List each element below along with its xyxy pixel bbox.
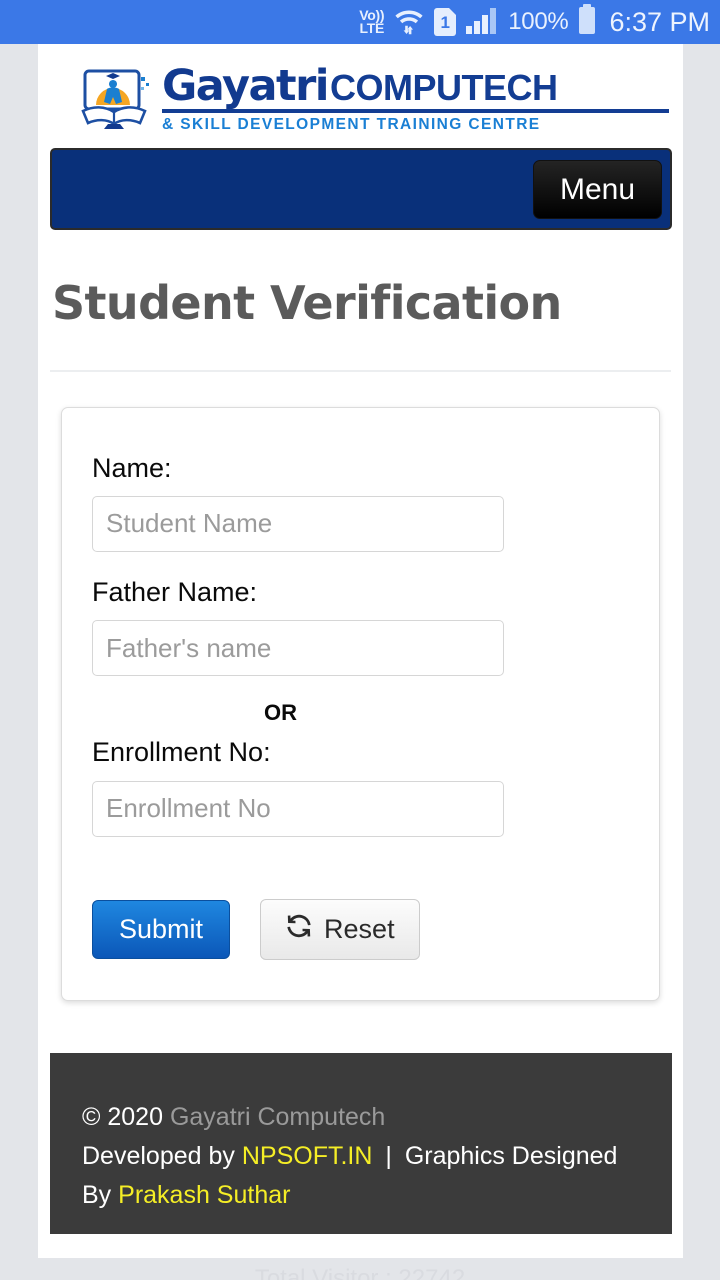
- total-visitor-label: Total Visitor : 22742: [254, 1265, 466, 1280]
- credit-separator: |: [385, 1141, 392, 1170]
- android-status-bar: Vo)) LTE 1 100% 6:37 PM: [0, 0, 720, 44]
- page-title: Student Verification: [52, 276, 562, 330]
- sim-card-icon: 1: [434, 8, 457, 36]
- copyright-symbol: ©: [82, 1103, 101, 1132]
- signal-bars-icon: [465, 6, 499, 39]
- enrollment-field-group: Enrollment No:: [92, 736, 629, 837]
- copyright-year: 2020: [107, 1103, 163, 1132]
- battery-percent-label: 100%: [508, 8, 569, 35]
- clock-label: 6:37 PM: [609, 6, 710, 37]
- logo-wordmark: Gayatri COMPUTECH & SKILL DEVELOPMENT TR…: [162, 60, 669, 134]
- page-title-section: Student Verification: [38, 230, 683, 329]
- reset-button[interactable]: Reset: [260, 898, 420, 961]
- student-name-input[interactable]: [92, 495, 504, 552]
- father-name-input[interactable]: [92, 620, 504, 677]
- battery-full-icon: [577, 3, 597, 41]
- refresh-icon: [285, 912, 313, 947]
- father-name-label: Father Name:: [92, 576, 258, 607]
- gayatri-computech-logo-icon[interactable]: [78, 63, 152, 135]
- below-fold-visitor-strip: Total Visitor : 22742: [0, 1258, 720, 1280]
- designer-link[interactable]: Prakash Suthar: [118, 1181, 290, 1209]
- brand-tagline-label: & SKILL DEVELOPMENT TRAINING CENTRE: [162, 115, 541, 133]
- reset-button-label: Reset: [324, 914, 395, 945]
- form-actions: Submit Reset: [92, 898, 629, 961]
- footer-company-name: Gayatri Computech: [169, 1103, 386, 1132]
- site-footer: © 2020 Gayatri Computech Developed by NP…: [50, 1053, 672, 1235]
- footer-credits: Developed by NPSOFT.IN | Graphics Design…: [82, 1137, 640, 1215]
- title-divider: [50, 369, 671, 372]
- site-navbar: Menu: [50, 148, 672, 230]
- enrollment-no-input[interactable]: [92, 780, 504, 837]
- developed-by-label: Developed by: [82, 1141, 235, 1170]
- logo-divider-rule: [162, 108, 669, 113]
- volte-icon-bottom: LTE: [359, 20, 385, 36]
- verification-form-card: Name: Father Name: OR Enrollment No: Sub…: [61, 406, 660, 1002]
- browser-page: Gayatri COMPUTECH & SKILL DEVELOPMENT TR…: [38, 44, 683, 1264]
- enrollment-label: Enrollment No:: [92, 737, 271, 768]
- submit-button[interactable]: Submit: [92, 900, 231, 959]
- site-header: Gayatri COMPUTECH & SKILL DEVELOPMENT TR…: [38, 44, 683, 148]
- sim-number-label: 1: [440, 12, 450, 32]
- volte-icon: Vo)) LTE: [359, 8, 385, 36]
- menu-button[interactable]: Menu: [532, 159, 662, 219]
- brand-secondary-label: COMPUTECH: [330, 66, 558, 108]
- wifi-data-icon: [393, 5, 425, 40]
- name-field-group: Name:: [92, 452, 629, 552]
- or-separator-label: OR: [264, 700, 297, 726]
- brand-primary-label: Gayatri: [162, 60, 330, 111]
- footer-copyright: © 2020 Gayatri Computech: [82, 1098, 640, 1137]
- father-name-field-group: Father Name:: [92, 576, 629, 677]
- name-label: Name:: [92, 452, 172, 483]
- developer-link[interactable]: NPSOFT.IN: [242, 1142, 373, 1170]
